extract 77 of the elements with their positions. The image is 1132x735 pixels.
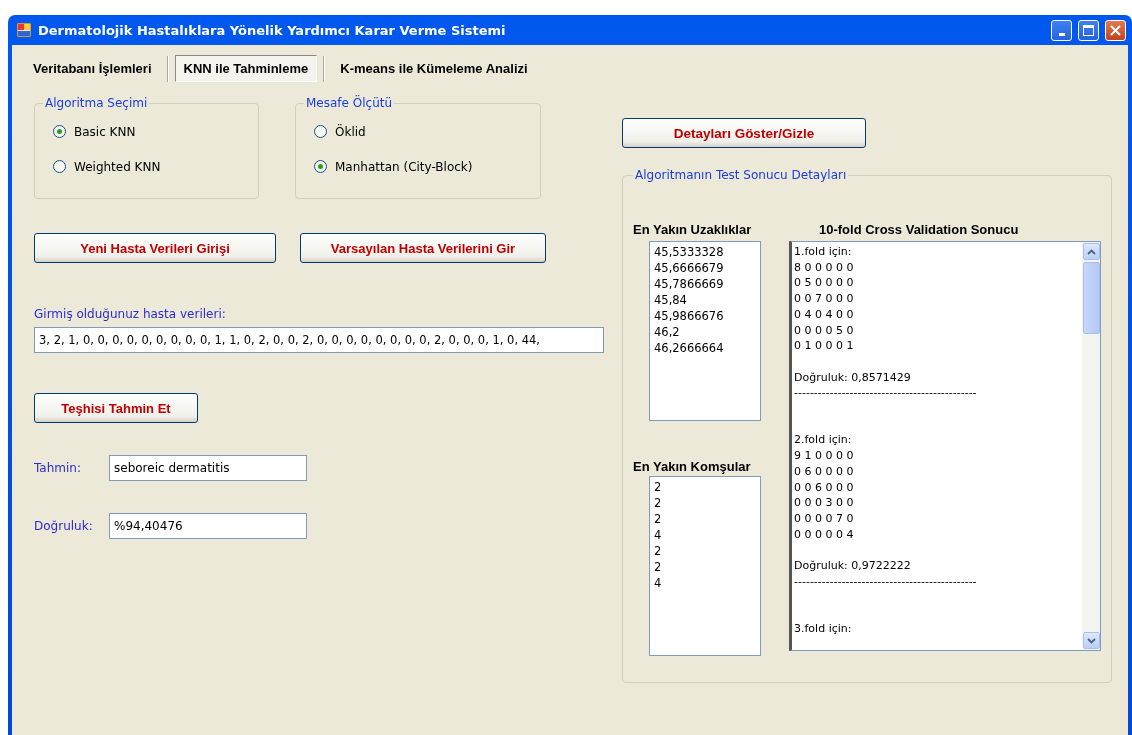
group-title: Mesafe Ölçütü xyxy=(305,96,394,110)
input-field[interactable]: seboreic dermatitis xyxy=(109,455,307,481)
fold-title: 1.fold için: xyxy=(794,244,852,260)
group-title: Algoritmanın Test Sonucu Detayları xyxy=(634,168,848,182)
text-area-heading: 10-fold Cross Validation Sonucu xyxy=(818,222,1020,237)
matrix-row: 8 0 0 0 0 0 xyxy=(794,259,854,276)
text-area[interactable] xyxy=(789,241,1101,651)
accuracy-text: Doğruluk: 0,8571429 xyxy=(794,369,911,386)
entry-button[interactable]: Yeni Hasta Verileri Girişi xyxy=(34,233,276,263)
chevron-down-icon xyxy=(1087,637,1096,644)
matrix-row: 0 4 0 4 0 0 xyxy=(794,306,854,323)
matrix-row: 0 0 0 3 0 0 xyxy=(794,495,854,511)
chevron-up-icon xyxy=(1087,248,1096,255)
maximize-button[interactable] xyxy=(1078,19,1099,41)
list-item[interactable]: 2 xyxy=(654,559,662,575)
field-label: Tahmin: xyxy=(34,461,82,475)
input-field[interactable]: %94,40476 xyxy=(109,513,307,539)
group-title: Algoritma Seçimi xyxy=(44,96,149,110)
list-item[interactable]: 4 xyxy=(654,527,662,543)
radio-button[interactable] xyxy=(314,160,327,173)
matrix-row: 0 0 0 0 7 0 xyxy=(794,510,854,527)
list-item[interactable]: 46,2 xyxy=(654,324,680,340)
matrix-row: 0 0 6 0 0 0 xyxy=(794,479,854,496)
fold-title: 2.fold için: xyxy=(794,432,852,449)
list-heading: En Yakın Uzaklıklar xyxy=(633,222,753,237)
list-item[interactable]: 2 xyxy=(654,479,662,495)
minimize-icon xyxy=(1058,32,1065,36)
scroll-thumb[interactable] xyxy=(1083,262,1100,334)
field-label: Doğruluk: xyxy=(34,519,94,533)
radio-button[interactable] xyxy=(53,125,66,138)
close-icon xyxy=(1110,24,1121,36)
window-title: Dermatolojik Hastalıklara Yönelik Yardımcı Karar Verme Sistemi xyxy=(38,22,507,38)
app-icon xyxy=(16,22,32,38)
scrollbar[interactable] xyxy=(1082,242,1100,650)
close-button[interactable] xyxy=(1105,19,1126,41)
matrix-row: 0 5 0 0 0 0 xyxy=(794,275,854,292)
fold-title: 3.fold için: xyxy=(794,620,852,637)
list-box[interactable]: 2 2 2 4 2 2 4 xyxy=(649,476,761,656)
matrix-row: 0 1 0 0 0 1 xyxy=(794,338,854,354)
separator-text: ---------------------------------------------- xyxy=(794,385,977,401)
tab[interactable]: K-means ile Kümeleme Analizi xyxy=(331,55,537,82)
tab[interactable]: KNN ile Tahminleme xyxy=(174,55,318,82)
list-heading: En Yakın Komşular xyxy=(633,459,752,474)
radio-button[interactable] xyxy=(53,160,66,173)
matrix-row: 0 0 0 0 0 4 xyxy=(794,526,854,543)
scroll-down-button[interactable] xyxy=(1083,632,1100,649)
matrix-row: 0 6 0 0 0 0 xyxy=(794,463,854,480)
list-item[interactable]: 2 xyxy=(654,495,662,511)
radio-label[interactable]: Öklid xyxy=(335,124,366,139)
list-item[interactable]: 45,9866676 xyxy=(654,308,724,324)
matrix-row: 9 1 0 0 0 0 xyxy=(794,448,854,464)
list-item[interactable]: 46,2666664 xyxy=(654,340,724,356)
radio-button[interactable] xyxy=(314,125,327,138)
accuracy-text: Doğruluk: 0,9722222 xyxy=(794,558,911,574)
predict-button[interactable]: Teşhisi Tahmin Et xyxy=(34,393,198,423)
list-item[interactable]: 2 xyxy=(654,543,662,559)
list-item[interactable]: 2 xyxy=(654,511,662,527)
maximize-icon xyxy=(1083,24,1094,36)
tab[interactable]: Veritabanı İşlemleri xyxy=(24,55,161,82)
list-item[interactable]: 45,5333328 xyxy=(654,244,724,260)
separator-text: ---------------------------------------------- xyxy=(794,573,977,590)
matrix-row: 0 0 0 0 5 0 xyxy=(794,322,854,339)
input-field[interactable]: 3, 2, 1, 0, 0, 0, 0, 0, 0, 0, 0, 0, 1, 1, 0, 2, 0, 0, 2, 0, 0, 0, 0, 0, 0, 0, 0, 2, 0, 0, 0, 1, 0, 44, xyxy=(34,327,604,353)
minimize-button[interactable] xyxy=(1051,19,1072,41)
scroll-up-button[interactable] xyxy=(1083,243,1100,260)
radio-label[interactable]: Manhattan (City-Block) xyxy=(335,159,473,174)
radio-label[interactable]: Basic KNN xyxy=(74,124,136,139)
list-item[interactable]: 45,84 xyxy=(654,292,687,308)
entry-button[interactable]: Varsayılan Hasta Verilerini Gir xyxy=(300,233,546,263)
list-item[interactable]: 45,7866669 xyxy=(654,276,724,292)
list-item[interactable]: 45,6666679 xyxy=(654,260,724,276)
radio-label[interactable]: Weighted KNN xyxy=(74,159,161,174)
list-box[interactable]: 45,5333328 45,6666679 45,7866669 45,84 45,9866676 46,2 46,2666664 xyxy=(649,241,761,421)
details-toggle-button[interactable]: Detayları Göster/Gizle xyxy=(622,118,866,148)
matrix-row: 0 0 7 0 0 0 xyxy=(794,291,854,307)
list-item[interactable]: 4 xyxy=(654,575,662,591)
field-label: Girmiş olduğunuz hasta verileri: xyxy=(34,307,227,321)
